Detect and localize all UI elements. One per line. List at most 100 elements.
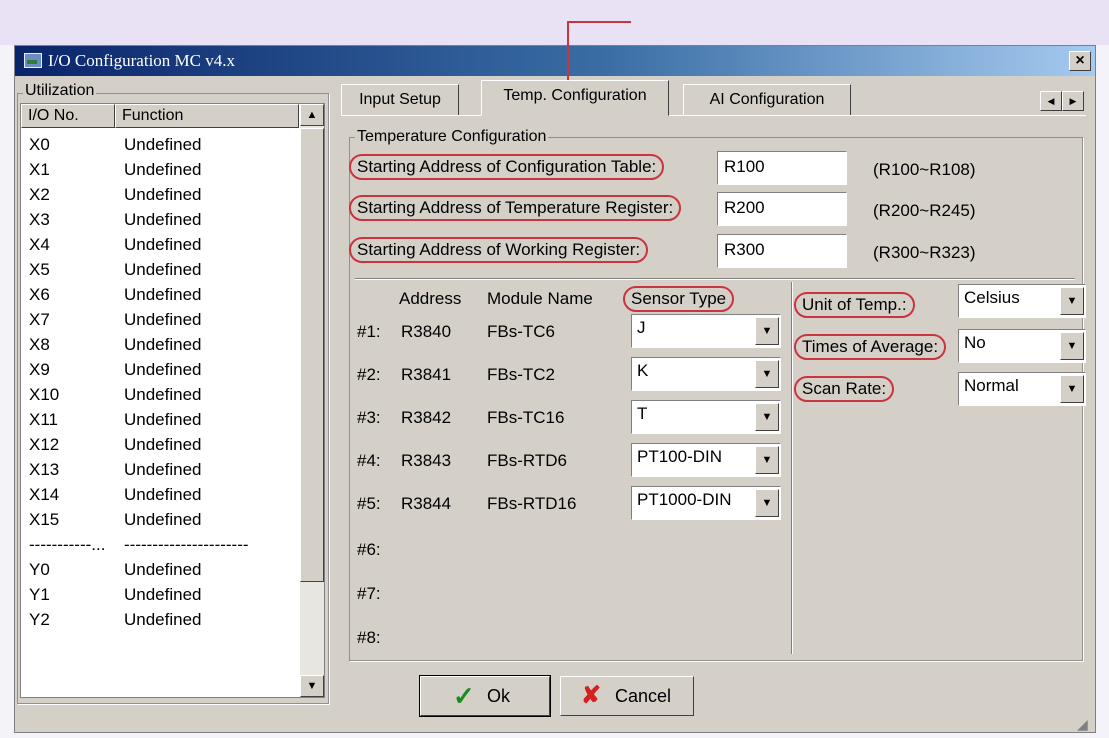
module-name: FBs-TC6 — [487, 322, 555, 341]
app-icon — [24, 53, 42, 68]
list-item[interactable]: -----------... ---------------------- — [21, 532, 299, 557]
temperature-register-address-label: Starting Address of Temperature Register… — [349, 195, 682, 221]
list-item[interactable]: X11 Undefined — [21, 407, 299, 432]
io-list[interactable]: I/O No. Function X0 Undefined X1 Undefined X… — [20, 103, 325, 698]
column-header-function[interactable]: Function — [115, 104, 299, 128]
tab-input-setup[interactable]: Input Setup — [341, 84, 459, 116]
ok-button[interactable]: ✓ Ok — [419, 675, 551, 717]
list-item[interactable]: X15 Undefined — [21, 507, 299, 532]
cross-icon: ✘ — [581, 682, 602, 709]
scroll-thumb[interactable] — [300, 128, 324, 582]
times-of-average-select[interactable]: No ▼ — [958, 329, 1086, 363]
chevron-down-icon[interactable]: ▼ — [1060, 375, 1084, 403]
list-item[interactable]: X14 Undefined — [21, 482, 299, 507]
tab-ai-configuration[interactable]: AI Configuration — [683, 84, 851, 116]
io-function: Undefined — [124, 460, 202, 479]
sensor-type-select[interactable]: J ▼ — [631, 314, 781, 348]
io-function: Undefined — [124, 160, 202, 179]
sensor-type-select[interactable]: PT100-DIN ▼ — [631, 443, 781, 477]
scan-rate-value: Normal — [964, 376, 1019, 395]
list-item[interactable]: X9 Undefined — [21, 357, 299, 382]
io-number: X15 — [29, 510, 60, 529]
sensor-type-select[interactable]: PT1000-DIN ▼ — [631, 486, 781, 520]
module-slot: #8: — [357, 628, 381, 647]
io-function: Undefined — [124, 360, 202, 379]
sensor-type-value: PT100-DIN — [637, 447, 723, 466]
io-number: X14 — [29, 485, 60, 504]
cancel-button[interactable]: ✘ Cancel — [560, 676, 694, 716]
sensor-type-select[interactable]: K ▼ — [631, 357, 781, 391]
chevron-down-icon[interactable]: ▼ — [755, 446, 779, 474]
temperature-register-address-input[interactable]: R200 — [717, 192, 847, 226]
list-item[interactable]: X13 Undefined — [21, 457, 299, 482]
sensor-type-value: PT1000-DIN — [637, 490, 732, 509]
module-slot: #7: — [357, 584, 381, 603]
close-button[interactable]: × — [1069, 51, 1091, 71]
io-function: Undefined — [124, 285, 202, 304]
io-number: X10 — [29, 385, 60, 404]
list-item[interactable]: X2 Undefined — [21, 182, 299, 207]
io-function: Undefined — [124, 335, 202, 354]
column-header-io-no[interactable]: I/O No. — [21, 104, 115, 128]
list-scrollbar[interactable]: ▲ ▼ — [300, 104, 324, 697]
io-number: X11 — [29, 410, 58, 429]
temperature-register-address-range: (R200~R245) — [873, 201, 976, 220]
chevron-down-icon[interactable]: ▼ — [755, 317, 779, 345]
chevron-down-icon[interactable]: ▼ — [755, 360, 779, 388]
vertical-separator — [791, 282, 792, 654]
list-item[interactable]: X12 Undefined — [21, 432, 299, 457]
list-item[interactable]: X10 Undefined — [21, 382, 299, 407]
config-table-address-input[interactable]: R100 — [717, 151, 847, 185]
chevron-down-icon[interactable]: ▼ — [755, 403, 779, 431]
working-register-address-input[interactable]: R300 — [717, 234, 847, 268]
cancel-button-label: Cancel — [615, 686, 672, 706]
list-item[interactable]: Y0 Undefined — [21, 557, 299, 582]
list-item[interactable]: X1 Undefined — [21, 157, 299, 182]
io-function: Undefined — [124, 260, 202, 279]
unit-of-temp-value: Celsius — [964, 288, 1020, 307]
module-slot: #5: — [357, 494, 381, 513]
annotation-arrow-line — [567, 21, 631, 23]
module-address: R3842 — [401, 408, 452, 427]
scroll-up-arrow-icon[interactable]: ▲ — [300, 104, 324, 126]
unit-of-temp-label: Unit of Temp.: — [794, 292, 915, 318]
list-item[interactable]: X0 Undefined — [21, 132, 299, 157]
module-header-sensor-type: Sensor Type — [623, 286, 735, 312]
list-item[interactable]: X6 Undefined — [21, 282, 299, 307]
io-function: Undefined — [124, 385, 202, 404]
tab-scroll-left-icon[interactable]: ◀ — [1040, 91, 1062, 111]
sensor-type-select[interactable]: T ▼ — [631, 400, 781, 434]
resize-grip-icon[interactable]: ◢ — [1077, 716, 1088, 733]
io-number: X6 — [29, 285, 50, 304]
list-item[interactable]: Y2 Undefined — [21, 607, 299, 632]
times-of-average-value: No — [964, 333, 986, 352]
io-function: Undefined — [124, 310, 202, 329]
tab-temp-configuration[interactable]: Temp. Configuration — [481, 80, 669, 116]
chevron-down-icon[interactable]: ▼ — [755, 489, 779, 517]
scan-rate-select[interactable]: Normal ▼ — [958, 372, 1086, 406]
scan-rate-label: Scan Rate: — [794, 376, 895, 402]
unit-of-temp-select[interactable]: Celsius ▼ — [958, 284, 1086, 318]
list-item[interactable]: X8 Undefined — [21, 332, 299, 357]
io-function: Undefined — [124, 210, 202, 229]
sensor-type-value: J — [637, 318, 646, 337]
list-item[interactable]: X3 Undefined — [21, 207, 299, 232]
module-address: R3840 — [401, 322, 452, 341]
utilization-group-label: Utilization — [23, 82, 97, 100]
list-item[interactable]: Y1 Undefined — [21, 582, 299, 607]
io-function: Undefined — [124, 185, 202, 204]
scroll-down-arrow-icon[interactable]: ▼ — [300, 675, 324, 697]
list-item[interactable]: X5 Undefined — [21, 257, 299, 282]
chevron-down-icon[interactable]: ▼ — [1060, 287, 1084, 315]
io-function: Undefined — [124, 410, 202, 429]
module-name: FBs-RTD6 — [487, 451, 567, 470]
io-number: X12 — [29, 435, 60, 454]
io-number: X1 — [29, 160, 50, 179]
chevron-down-icon[interactable]: ▼ — [1060, 332, 1084, 360]
module-rows: #1: R3840 FBs-TC6 J ▼ #2: R3841 FBs-TC2 K ▼ #3: R38… — [355, 314, 785, 654]
list-item[interactable]: X4 Undefined — [21, 232, 299, 257]
io-number: X9 — [29, 360, 50, 379]
title-bar[interactable]: I/O Configuration MC v4.x × — [15, 46, 1095, 76]
tab-scroll-right-icon[interactable]: ▶ — [1062, 91, 1084, 111]
list-item[interactable]: X7 Undefined — [21, 307, 299, 332]
